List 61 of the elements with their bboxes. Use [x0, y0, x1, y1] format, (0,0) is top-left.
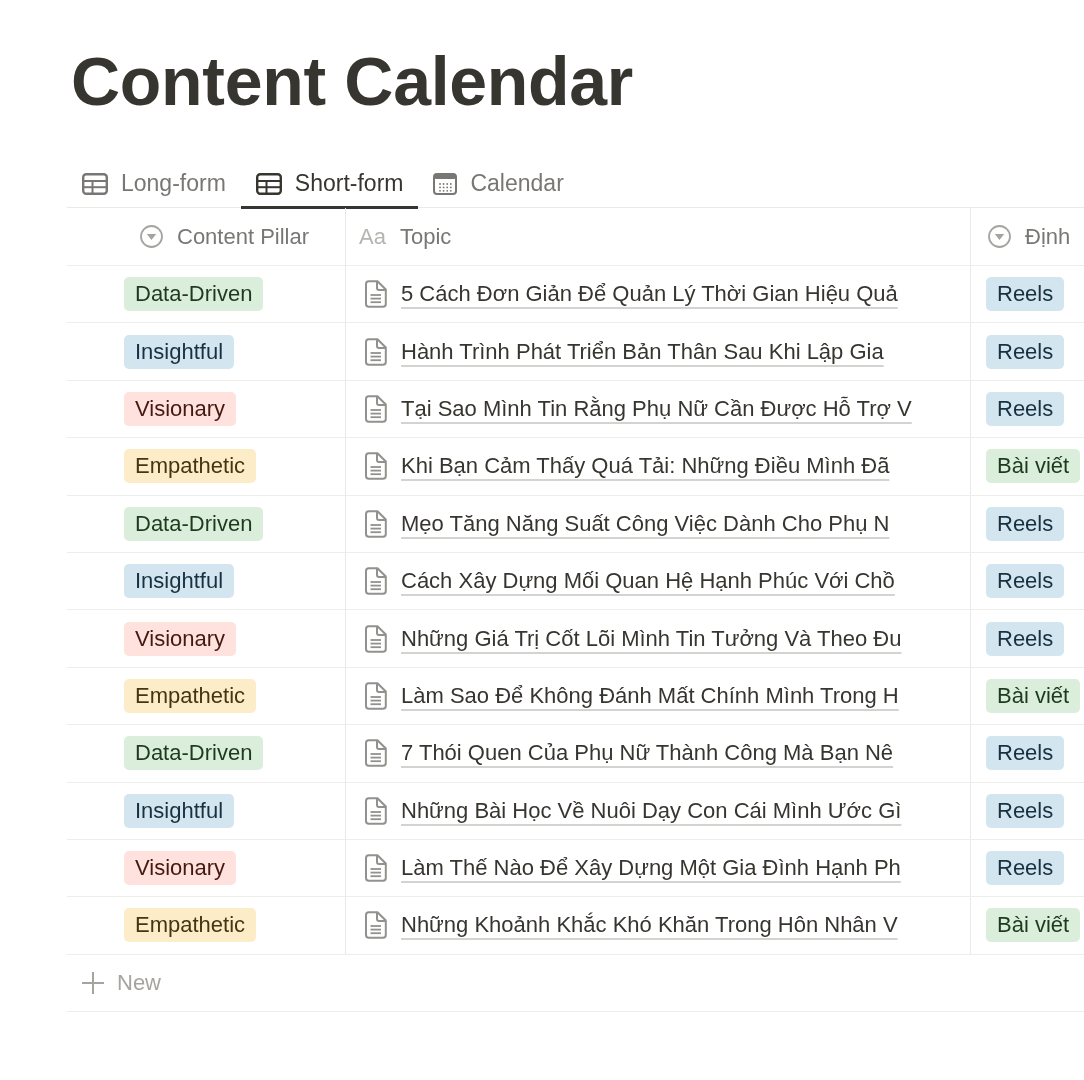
- pillar-tag: Insightful: [124, 564, 235, 599]
- document-icon: [363, 739, 387, 768]
- document-icon: [363, 911, 387, 940]
- column-header[interactable]: Aa Topic: [359, 223, 452, 250]
- topic-link[interactable]: Hành Trình Phát Triển Bản Thân Sau Khi Lập Gia: [401, 338, 884, 365]
- topic-link[interactable]: 5 Cách Đơn Giản Để Quản Lý Thời Gian Hiệu Quả: [401, 281, 898, 308]
- pillar-tag: Empathetic: [124, 908, 257, 943]
- pillar-tag: Insightful: [124, 793, 235, 828]
- topic-link[interactable]: Làm Sao Để Không Đánh Mất Chính Mình Trong H: [401, 682, 899, 709]
- topic-link[interactable]: Mẹo Tăng Năng Suất Công Việc Dành Cho Phụ N: [401, 510, 890, 537]
- column-header[interactable]: Content Pillar: [140, 223, 310, 250]
- table-icon: [82, 172, 108, 195]
- pillar-tag: Visionary: [124, 851, 237, 886]
- pillar-tag: Data-Driven: [124, 736, 264, 771]
- document-icon: [363, 394, 387, 423]
- view-tab[interactable]: Short-form: [240, 160, 419, 209]
- document-icon: [363, 452, 387, 481]
- topic-link[interactable]: Những Giá Trị Cốt Lõi Mình Tin Tưởng Và Theo Đu: [401, 625, 902, 652]
- format-tag: Reels: [986, 851, 1065, 886]
- pillar-tag: Visionary: [124, 391, 237, 426]
- pillar-tag: Empathetic: [124, 678, 257, 713]
- document-icon: [363, 681, 387, 710]
- topic-link[interactable]: Những Bài Học Về Nuôi Dạy Con Cái Mình Ước Gì: [401, 797, 902, 824]
- format-tag: Reels: [986, 621, 1065, 656]
- pillar-tag: Visionary: [124, 621, 237, 656]
- format-tag: Reels: [986, 334, 1065, 369]
- dropdown-circle-icon: [140, 225, 163, 248]
- document-icon: [363, 854, 387, 883]
- topic-link[interactable]: Tại Sao Mình Tin Rằng Phụ Nữ Cần Được Hỗ Trợ V: [401, 395, 912, 422]
- document-icon: [363, 796, 387, 825]
- format-tag: Reels: [986, 736, 1065, 771]
- table-icon: [255, 172, 282, 195]
- topic-link[interactable]: Khi Bạn Cảm Thấy Quá Tải: Những Điều Mình Đã: [401, 453, 890, 480]
- topic-link[interactable]: Cách Xây Dựng Mối Quan Hệ Hạnh Phúc Với Chồ: [401, 568, 895, 595]
- calendar-icon: [433, 172, 458, 195]
- pillar-tag: Data-Driven: [124, 277, 264, 312]
- format-tag: Reels: [986, 793, 1065, 828]
- page-title: Content Calendar: [71, 42, 633, 121]
- document-icon: [363, 567, 387, 596]
- topic-link[interactable]: Những Khoảnh Khắc Khó Khăn Trong Hôn Nhân V: [401, 912, 898, 939]
- pillar-tag: Insightful: [124, 334, 235, 369]
- dropdown-circle-icon: [988, 225, 1011, 248]
- pillar-tag: Data-Driven: [124, 506, 264, 541]
- format-tag: Reels: [986, 391, 1065, 426]
- topic-link[interactable]: 7 Thói Quen Của Phụ Nữ Thành Công Mà Bạn Nê: [401, 740, 894, 767]
- document-icon: [363, 280, 387, 309]
- format-tag: Bài viết: [986, 449, 1081, 484]
- topic-link[interactable]: Làm Thế Nào Để Xây Dựng Một Gia Đình Hạnh Ph: [401, 855, 901, 882]
- view-tab[interactable]: Calendar: [418, 160, 579, 209]
- plus-icon: [82, 971, 104, 994]
- format-tag: Bài viết: [986, 908, 1081, 943]
- view-tab[interactable]: Long-form: [67, 160, 241, 209]
- format-tag: Reels: [986, 564, 1065, 599]
- format-tag: Reels: [986, 277, 1065, 312]
- format-tag: Bài viết: [986, 678, 1081, 713]
- document-icon: [363, 624, 387, 653]
- document-icon: [363, 337, 387, 366]
- format-tag: Reels: [986, 506, 1065, 541]
- column-header[interactable]: Định: [988, 223, 1071, 250]
- pillar-tag: Empathetic: [124, 449, 257, 484]
- document-icon: [363, 509, 387, 538]
